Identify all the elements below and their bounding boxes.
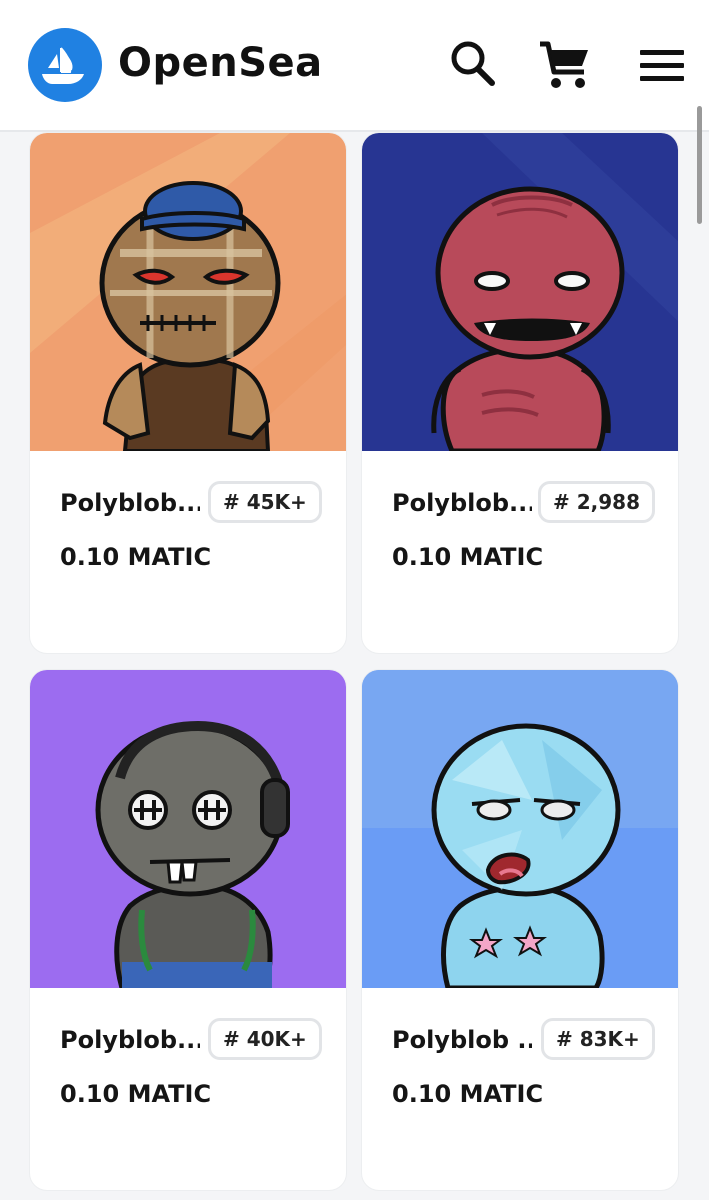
nft-image-gray-blob[interactable] [30,670,347,988]
item-price: 0.10 MATIC [392,543,544,571]
rank-badge: # 40K+ [208,1018,322,1060]
rank-badge: # 45K+ [208,481,322,523]
nft-card[interactable]: Polyblob... # 40K+ 0.10 MATIC [29,669,347,1191]
nft-image-ice-blob[interactable] [362,670,679,988]
hamburger-menu-icon[interactable] [634,36,690,92]
opensea-logo-icon[interactable] [28,28,102,102]
search-icon[interactable] [444,36,500,92]
cart-icon[interactable] [536,36,592,92]
item-price: 0.10 MATIC [60,1080,212,1108]
nft-card[interactable]: Polyblob... # 45K+ 0.10 MATIC [29,132,347,654]
item-name[interactable]: Polyblob ... [392,1026,532,1054]
nft-image-plaid-blob[interactable] [30,133,347,451]
item-name[interactable]: Polyblob... [60,489,200,517]
item-price: 0.10 MATIC [392,1080,544,1108]
rank-badge: # 2,988 [538,481,655,523]
rank-badge: # 83K+ [541,1018,655,1060]
nft-card[interactable]: Polyblob ... # 83K+ 0.10 MATIC [361,669,679,1191]
scrollbar-thumb[interactable] [697,106,702,224]
top-navbar: OpenSea [0,0,709,132]
item-name[interactable]: Polyblob... [392,489,532,517]
brand-name[interactable]: OpenSea [118,40,323,86]
item-name[interactable]: Polyblob... [60,1026,200,1054]
nft-image-red-blob[interactable] [362,133,679,451]
nft-card[interactable]: Polyblob... # 2,988 0.10 MATIC [361,132,679,654]
item-price: 0.10 MATIC [60,543,212,571]
